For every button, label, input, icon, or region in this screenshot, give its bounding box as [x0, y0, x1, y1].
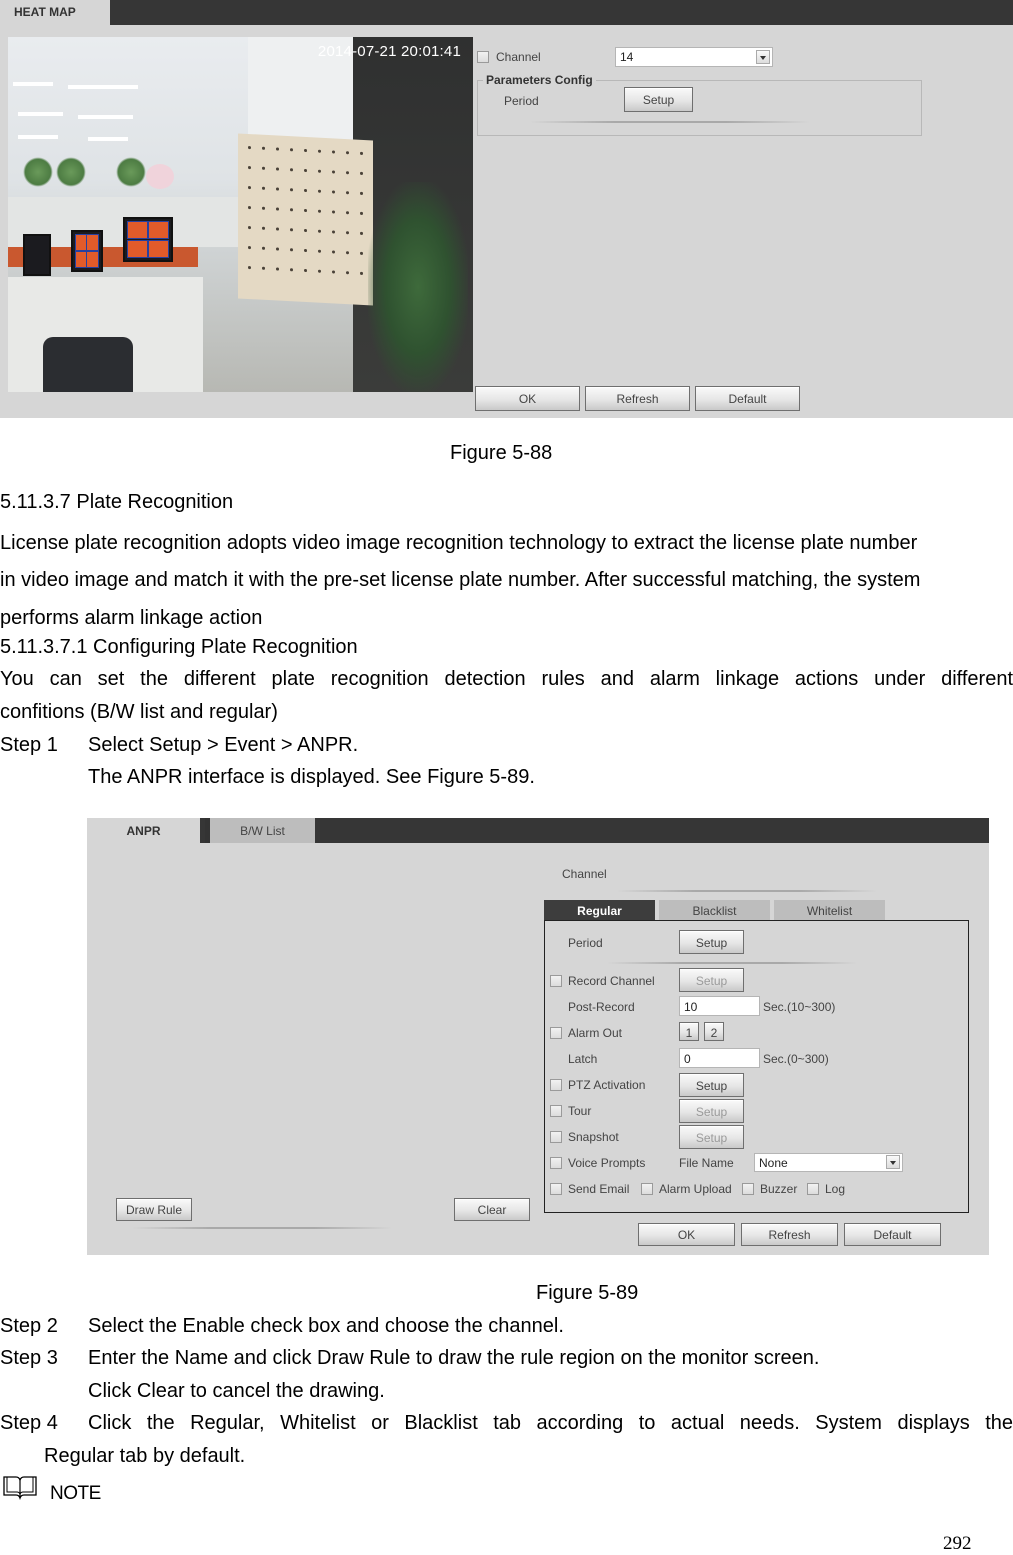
subtab-regular[interactable]: Regular	[544, 900, 655, 921]
paragraph-line: performs alarm linkage action	[0, 607, 263, 629]
chevron-down-icon	[886, 1155, 900, 1169]
step-result: The ANPR interface is displayed. See Fig…	[88, 766, 535, 788]
send-email-checkbox[interactable]	[550, 1183, 562, 1195]
step-text-continued: Regular tab by default.	[44, 1445, 246, 1467]
record-channel-label: Record Channel	[568, 974, 655, 988]
heat-map-screenshot: HEAT MAP 2014-07-21 20:01:41 Channel 14 …	[0, 0, 1013, 418]
draw-rule-button[interactable]: Draw Rule	[116, 1198, 192, 1221]
channel-label: Channel	[562, 867, 607, 881]
note-label: NOTE	[50, 1483, 101, 1504]
paragraph-line: confitions (B/W list and regular)	[0, 701, 278, 723]
latch-input[interactable]: 0	[679, 1048, 760, 1068]
divider	[530, 121, 810, 123]
channel-select-value: 14	[620, 50, 634, 64]
default-button[interactable]: Default	[844, 1223, 941, 1246]
step-text: Select the Enable check box and choose t…	[88, 1315, 564, 1337]
ptz-activation-setup-button[interactable]: Setup	[679, 1073, 744, 1097]
channel-label: Channel	[496, 50, 541, 64]
tab-heat-map[interactable]: HEAT MAP	[0, 0, 110, 25]
subsection-heading: 5.11.3.7.1 Configuring Plate Recognition	[0, 636, 358, 658]
post-record-label: Post-Record	[568, 1000, 635, 1014]
step-result: Click Clear to cancel the drawing.	[88, 1380, 385, 1402]
parameters-config-legend: Parameters Config	[483, 73, 596, 87]
alarm-out-2-button[interactable]: 2	[704, 1022, 724, 1041]
latch-label: Latch	[568, 1052, 598, 1066]
voice-prompts-label: Voice Prompts	[568, 1156, 646, 1170]
buzzer-label: Buzzer	[760, 1182, 798, 1196]
subtab-blacklist[interactable]: Blacklist	[659, 900, 770, 921]
alarm-out-1-button[interactable]: 1	[679, 1022, 699, 1041]
parameters-config-group	[477, 80, 922, 136]
video-preview: 2014-07-21 20:01:41	[8, 37, 473, 392]
refresh-button[interactable]: Refresh	[585, 386, 690, 411]
record-channel-setup-button[interactable]: Setup	[679, 968, 744, 992]
file-name-label: File Name	[679, 1156, 734, 1170]
alarm-out-checkbox[interactable]	[550, 1027, 562, 1039]
period-setup-button[interactable]: Setup	[624, 87, 693, 112]
tab-bw-list[interactable]: B/W List	[205, 818, 315, 843]
divider	[607, 962, 857, 964]
figure-caption: Figure 5-88	[450, 442, 553, 464]
step-label: Step 3	[0, 1347, 58, 1369]
post-record-input[interactable]: 10	[679, 996, 760, 1016]
book-icon	[2, 1474, 38, 1501]
step-3: Step 3 Enter the Name and click Draw Rule…	[0, 1346, 819, 1370]
subtab-whitelist[interactable]: Whitelist	[774, 900, 885, 921]
step-label: Step 1	[0, 734, 58, 756]
alarm-upload-checkbox[interactable]	[641, 1183, 653, 1195]
default-button[interactable]: Default	[695, 386, 800, 411]
anpr-screenshot: ANPR B/W List Channel Regular Blacklist …	[87, 818, 989, 1255]
tour-checkbox[interactable]	[550, 1105, 562, 1117]
send-email-label: Send Email	[568, 1182, 630, 1196]
period-label: Period	[568, 936, 603, 950]
snapshot-label: Snapshot	[568, 1130, 619, 1144]
divider	[617, 890, 877, 892]
tab-anpr[interactable]: ANPR	[87, 818, 200, 843]
tour-setup-button[interactable]: Setup	[679, 1099, 744, 1123]
divider	[132, 1227, 392, 1229]
chevron-down-icon	[756, 50, 770, 64]
refresh-button[interactable]: Refresh	[741, 1223, 838, 1246]
step-text: Enter the Name and click Draw Rule to dr…	[88, 1347, 820, 1369]
step-text: Click the Regular, Whitelist or Blacklis…	[88, 1412, 1013, 1434]
figure-caption: Figure 5-89	[536, 1282, 639, 1304]
period-setup-button[interactable]: Setup	[679, 930, 744, 954]
tour-label: Tour	[568, 1104, 592, 1118]
log-checkbox[interactable]	[807, 1183, 819, 1195]
voice-prompts-checkbox[interactable]	[550, 1157, 562, 1169]
section-heading: 5.11.3.7 Plate Recognition	[0, 491, 234, 513]
step-text: Select Setup > Event > ANPR.	[88, 734, 359, 756]
period-label: Period	[504, 94, 539, 108]
step-label: Step 2	[0, 1315, 58, 1337]
post-record-unit: Sec.(10~300)	[763, 1000, 836, 1014]
step-2: Step 2 Select the Enable check box and ch…	[0, 1314, 564, 1338]
video-timestamp: 2014-07-21 20:01:41	[317, 43, 461, 60]
snapshot-setup-button[interactable]: Setup	[679, 1125, 744, 1149]
buzzer-checkbox[interactable]	[742, 1183, 754, 1195]
file-name-value: None	[759, 1156, 788, 1170]
channel-checkbox[interactable]	[477, 51, 489, 63]
paragraph-line: in video image and match it with the pre…	[0, 569, 921, 591]
alarm-out-label: Alarm Out	[568, 1026, 623, 1040]
channel-select[interactable]: 14	[615, 47, 773, 67]
alarm-upload-label: Alarm Upload	[659, 1182, 732, 1196]
ok-button[interactable]: OK	[638, 1223, 735, 1246]
ptz-activation-checkbox[interactable]	[550, 1079, 562, 1091]
ptz-activation-label: PTZ Activation	[568, 1078, 646, 1092]
log-label: Log	[825, 1182, 846, 1196]
step-4: Step 4 Click the Regular, Whitelist or Bl…	[0, 1411, 1013, 1435]
snapshot-checkbox[interactable]	[550, 1131, 562, 1143]
file-name-select[interactable]: None	[754, 1153, 903, 1172]
clear-button[interactable]: Clear	[454, 1198, 530, 1221]
ok-button[interactable]: OK	[475, 386, 580, 411]
step-1: Step 1 Select Setup > Event > ANPR.	[0, 733, 358, 757]
step-label: Step 4	[0, 1412, 58, 1434]
top-tab-bar	[200, 818, 989, 843]
latch-unit: Sec.(0~300)	[763, 1052, 829, 1066]
top-tab-bar	[110, 0, 1013, 25]
record-channel-checkbox[interactable]	[550, 975, 562, 987]
paragraph-line: License plate recognition adopts video i…	[0, 532, 918, 554]
paragraph-line: You can set the different plate recognit…	[0, 668, 1013, 690]
